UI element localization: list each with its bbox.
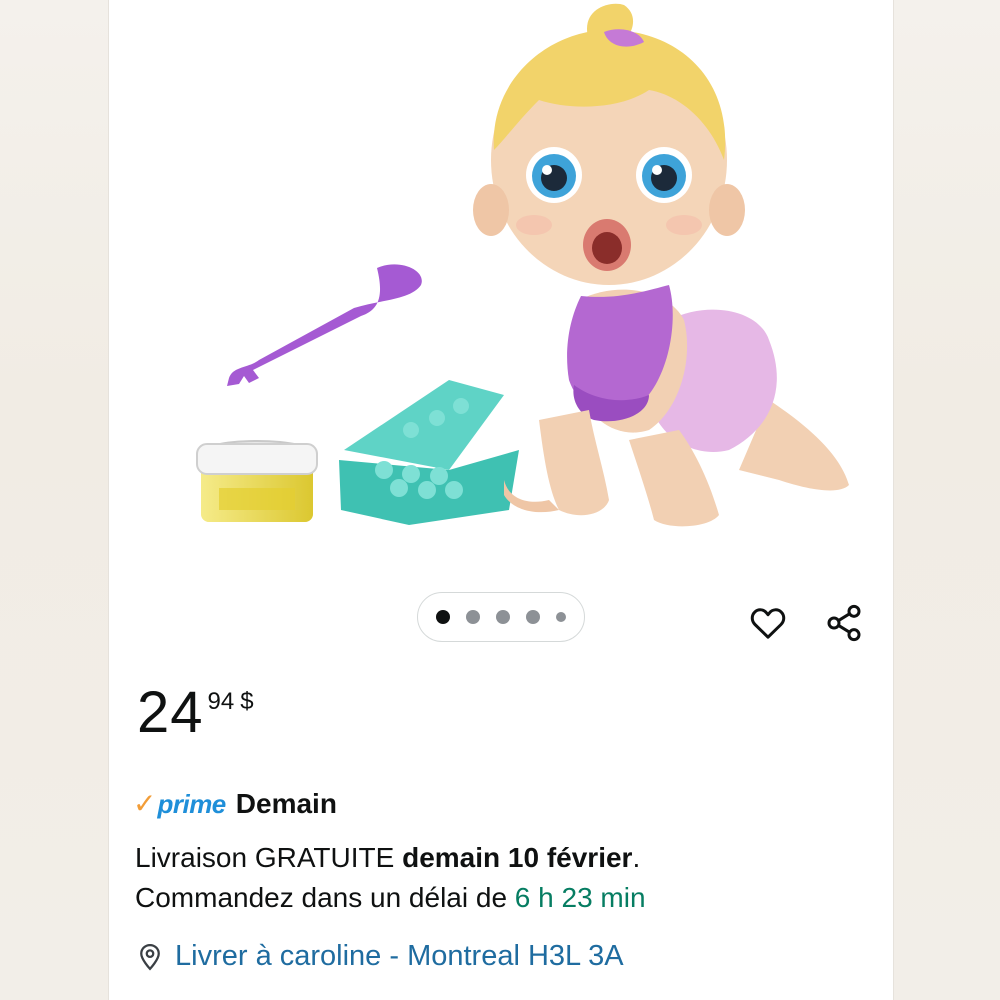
carousel-dot-2[interactable]: [466, 610, 480, 624]
price: 24 94 $: [137, 678, 254, 758]
location-pin-icon: [140, 943, 160, 971]
doll: [473, 3, 849, 527]
doll-illustration: [196, 3, 849, 527]
food-container: [196, 440, 318, 522]
wishlist-button[interactable]: [745, 600, 791, 646]
share-icon: [827, 604, 861, 642]
image-carousel-dots[interactable]: [417, 592, 585, 642]
prime-delivery: ✓ prime Demain: [133, 788, 337, 820]
background-left: [0, 0, 108, 1000]
shipping-period: .: [632, 842, 641, 873]
carousel-dot-3[interactable]: [496, 610, 510, 624]
price-currency: $: [240, 688, 254, 715]
prime-day: Demain: [235, 788, 337, 819]
order-within-label: Commandez dans un délai de: [135, 882, 515, 913]
background-right: [894, 0, 1000, 1000]
product-image[interactable]: [149, 0, 869, 570]
shipping-free-label: Livraison GRATUITE: [135, 842, 403, 873]
product-card: 24 94 $ ✓ prime Demain Livraison GRATUIT…: [108, 0, 894, 1000]
carousel-dot-5[interactable]: [556, 612, 566, 622]
heart-outline-icon: [750, 608, 786, 639]
delivery-location-text[interactable]: Livrer à caroline - Montreal H3L 3A: [175, 940, 624, 973]
prime-logo: ✓ prime: [133, 789, 226, 820]
shipping-info: Livraison GRATUITE demain 10 février. Co…: [135, 838, 875, 918]
price-whole: 24: [137, 680, 204, 745]
price-fraction: 94: [207, 688, 235, 715]
carousel-dot-1[interactable]: [436, 610, 450, 624]
prime-check-icon: ✓: [133, 788, 157, 819]
share-button[interactable]: [821, 600, 867, 646]
delivery-location[interactable]: Livrer à caroline - Montreal H3L 3A: [135, 940, 624, 973]
carousel-dot-4[interactable]: [526, 610, 540, 624]
shipping-date: demain 10 février: [402, 842, 633, 873]
prime-label: prime: [157, 788, 226, 819]
spoon: [227, 264, 422, 386]
shipping-line-2: Commandez dans un délai de 6 h 23 min: [135, 878, 875, 918]
shipping-line-1: Livraison GRATUITE demain 10 février.: [135, 838, 875, 878]
snack-tray: [339, 380, 519, 525]
order-countdown: 6 h 23 min: [514, 882, 646, 913]
